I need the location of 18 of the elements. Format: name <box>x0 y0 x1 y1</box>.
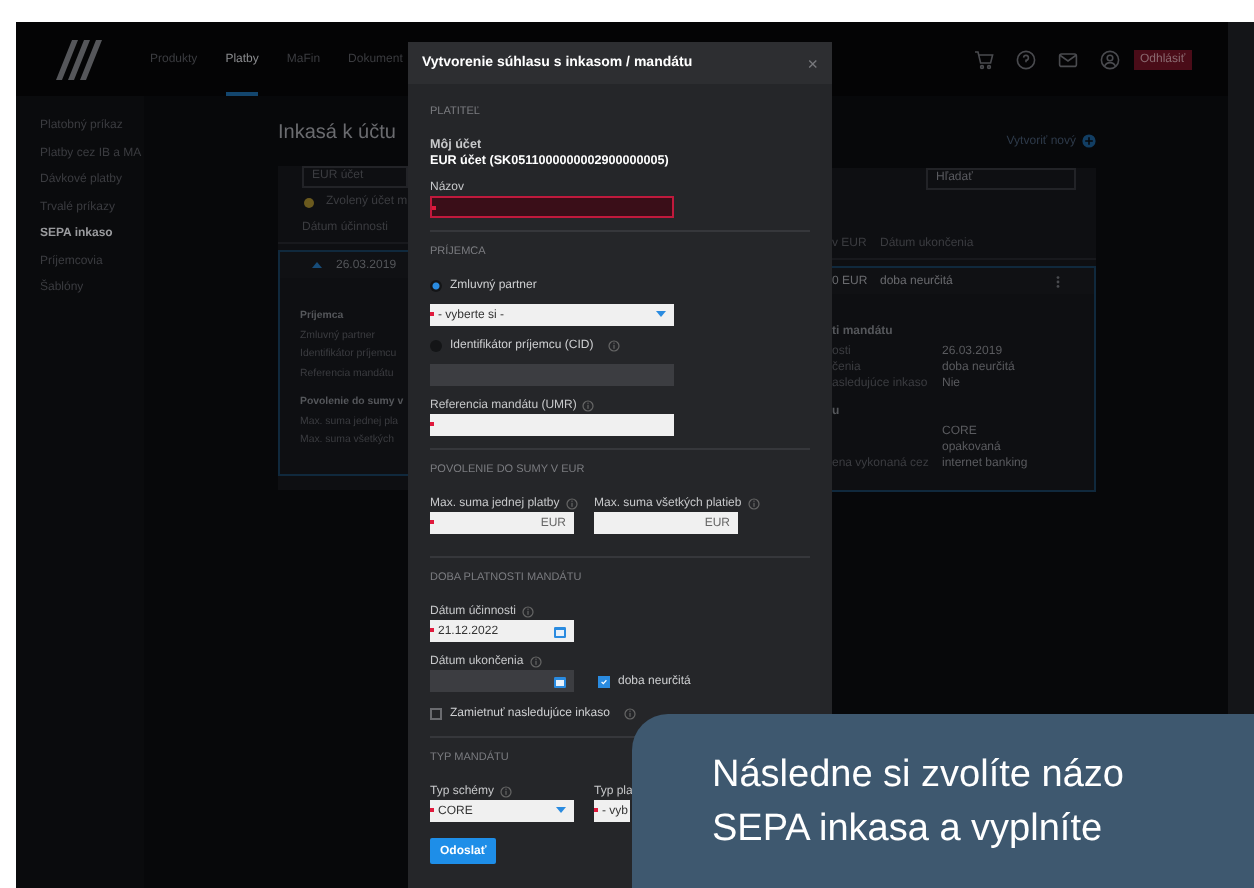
close-button[interactable]: × <box>807 53 818 73</box>
caret-icon[interactable] <box>556 806 566 814</box>
radio-button[interactable] <box>430 280 442 292</box>
warning-icon <box>304 197 314 207</box>
checkbox[interactable] <box>430 708 442 720</box>
hint-text: Následne si zvolíte názo <box>712 752 1126 800</box>
caret-icon[interactable] <box>656 310 666 318</box>
page-title: Inkasá k účtu <box>278 122 398 148</box>
input-field[interactable] <box>430 196 674 218</box>
help-icon[interactable] <box>1016 49 1036 69</box>
plus-icon[interactable] <box>1082 134 1096 148</box>
cart-icon[interactable] <box>974 49 994 69</box>
mail-icon[interactable] <box>1058 49 1078 69</box>
user-icon[interactable] <box>1100 49 1120 69</box>
logo-icon[interactable] <box>56 40 104 80</box>
chevron-up-icon[interactable] <box>312 262 322 268</box>
hint-text: SEPA inkasa a vyplníte <box>712 806 1105 854</box>
input-field[interactable] <box>430 414 674 436</box>
